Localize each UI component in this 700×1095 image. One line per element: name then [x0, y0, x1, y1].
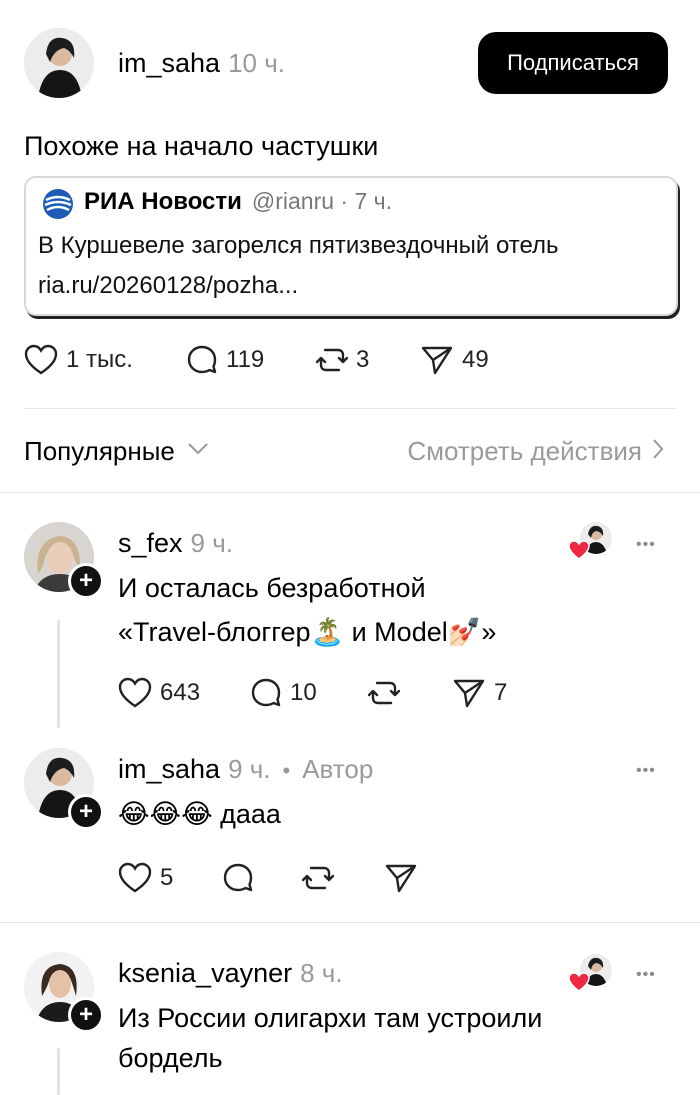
chevron-down-icon	[187, 442, 209, 461]
comment-repost-button[interactable]	[302, 862, 334, 894]
comment-share-count: 7	[494, 679, 508, 706]
comment-reply-button[interactable]: 10	[250, 677, 317, 709]
divider	[0, 492, 700, 493]
heart-icon	[24, 344, 58, 376]
more-options-icon[interactable]: •••	[636, 967, 656, 983]
comment-like-count: 5	[160, 864, 174, 891]
send-icon	[420, 344, 454, 376]
liked-by-author-badge	[568, 522, 614, 562]
divider	[24, 408, 676, 409]
post-comment-button[interactable]: 119	[186, 344, 264, 376]
follow-plus-button[interactable]: +	[68, 997, 104, 1033]
comment-like-count: 643	[160, 679, 201, 706]
post-share-button[interactable]: 49	[420, 344, 489, 376]
post-repost-button[interactable]: 3	[316, 344, 369, 376]
post-like-button[interactable]: 1 тыс.	[24, 344, 133, 376]
post-author-avatar[interactable]	[24, 28, 94, 98]
thread-line	[57, 620, 60, 728]
comment-text: 😂😂😂 дааа	[118, 799, 281, 829]
post-share-count: 49	[462, 346, 489, 373]
comment-bubble-icon	[250, 677, 282, 709]
liked-by-author-badge	[568, 954, 614, 994]
comment-time: 9 ч.	[190, 528, 233, 558]
follow-button[interactable]: Подписаться	[478, 32, 668, 94]
red-heart-icon	[568, 972, 590, 997]
comment-like-button[interactable]: 643	[118, 677, 200, 709]
post-like-count: 1 тыс.	[66, 346, 133, 373]
follow-plus-button[interactable]: +	[68, 563, 104, 599]
follow-plus-button[interactable]: +	[68, 794, 104, 830]
more-options-icon[interactable]: •••	[636, 537, 656, 553]
chevron-right-icon	[652, 438, 664, 465]
comment-text-line1: Из России олигархи там устроили	[118, 1003, 543, 1033]
comment-author-name[interactable]: im_saha	[118, 754, 220, 785]
quote-source-handle: @rianru · 7 ч.	[251, 188, 393, 214]
comment-time: 8 ч.	[300, 958, 343, 988]
send-icon	[452, 677, 486, 709]
post-text: Похоже на начало частушки	[24, 131, 379, 161]
divider	[0, 922, 700, 923]
more-options-icon[interactable]: •••	[636, 763, 656, 779]
comment-author-name[interactable]: ksenia_vayner	[118, 958, 292, 989]
view-activity-label: Смотреть действия	[407, 436, 642, 466]
red-heart-icon	[568, 540, 590, 565]
quote-text-line2: ria.ru/20260128/pozha...	[38, 272, 299, 299]
comment-text-line2: бордель	[118, 1043, 223, 1073]
comment-reply-button[interactable]	[222, 862, 254, 894]
comment-bubble-icon	[222, 862, 254, 894]
comment-share-button[interactable]: 7	[452, 677, 507, 709]
post-time: 10 ч.	[228, 48, 285, 78]
post-repost-count: 3	[356, 346, 370, 373]
comment-author-name[interactable]: s_fex	[118, 528, 183, 559]
ria-logo-icon	[40, 186, 76, 222]
sort-dropdown[interactable]: Популярные	[24, 436, 209, 467]
repost-icon	[316, 344, 348, 376]
heart-icon	[118, 677, 152, 709]
comment-share-button[interactable]	[384, 862, 418, 894]
separator-dot: •	[282, 758, 291, 783]
send-icon	[384, 862, 418, 894]
author-badge: Автор	[302, 754, 374, 784]
repost-icon	[368, 677, 400, 709]
comment-text-line2: «Travel-блоггер🏝️ и Model💅🏻»	[118, 617, 497, 647]
comment-like-button[interactable]: 5	[118, 862, 173, 894]
quote-text-line1: В Куршевеле загорелся пятизвездочный оте…	[38, 232, 559, 259]
view-activity-link[interactable]: Смотреть действия	[407, 436, 664, 467]
post-author-name[interactable]: im_saha	[118, 48, 220, 79]
repost-icon	[302, 862, 334, 894]
thread-line	[57, 1048, 60, 1095]
sort-label: Популярные	[24, 436, 175, 466]
comment-bubble-icon	[186, 344, 218, 376]
comment-reply-count: 10	[290, 679, 317, 706]
post-comment-count: 119	[226, 346, 265, 373]
comment-text-line1: И осталась безработной	[118, 573, 426, 603]
comment-repost-button[interactable]	[368, 677, 400, 709]
heart-icon	[118, 862, 152, 894]
quote-source-name: РИА Новости	[84, 188, 242, 215]
comment-time: 9 ч.	[228, 754, 271, 784]
